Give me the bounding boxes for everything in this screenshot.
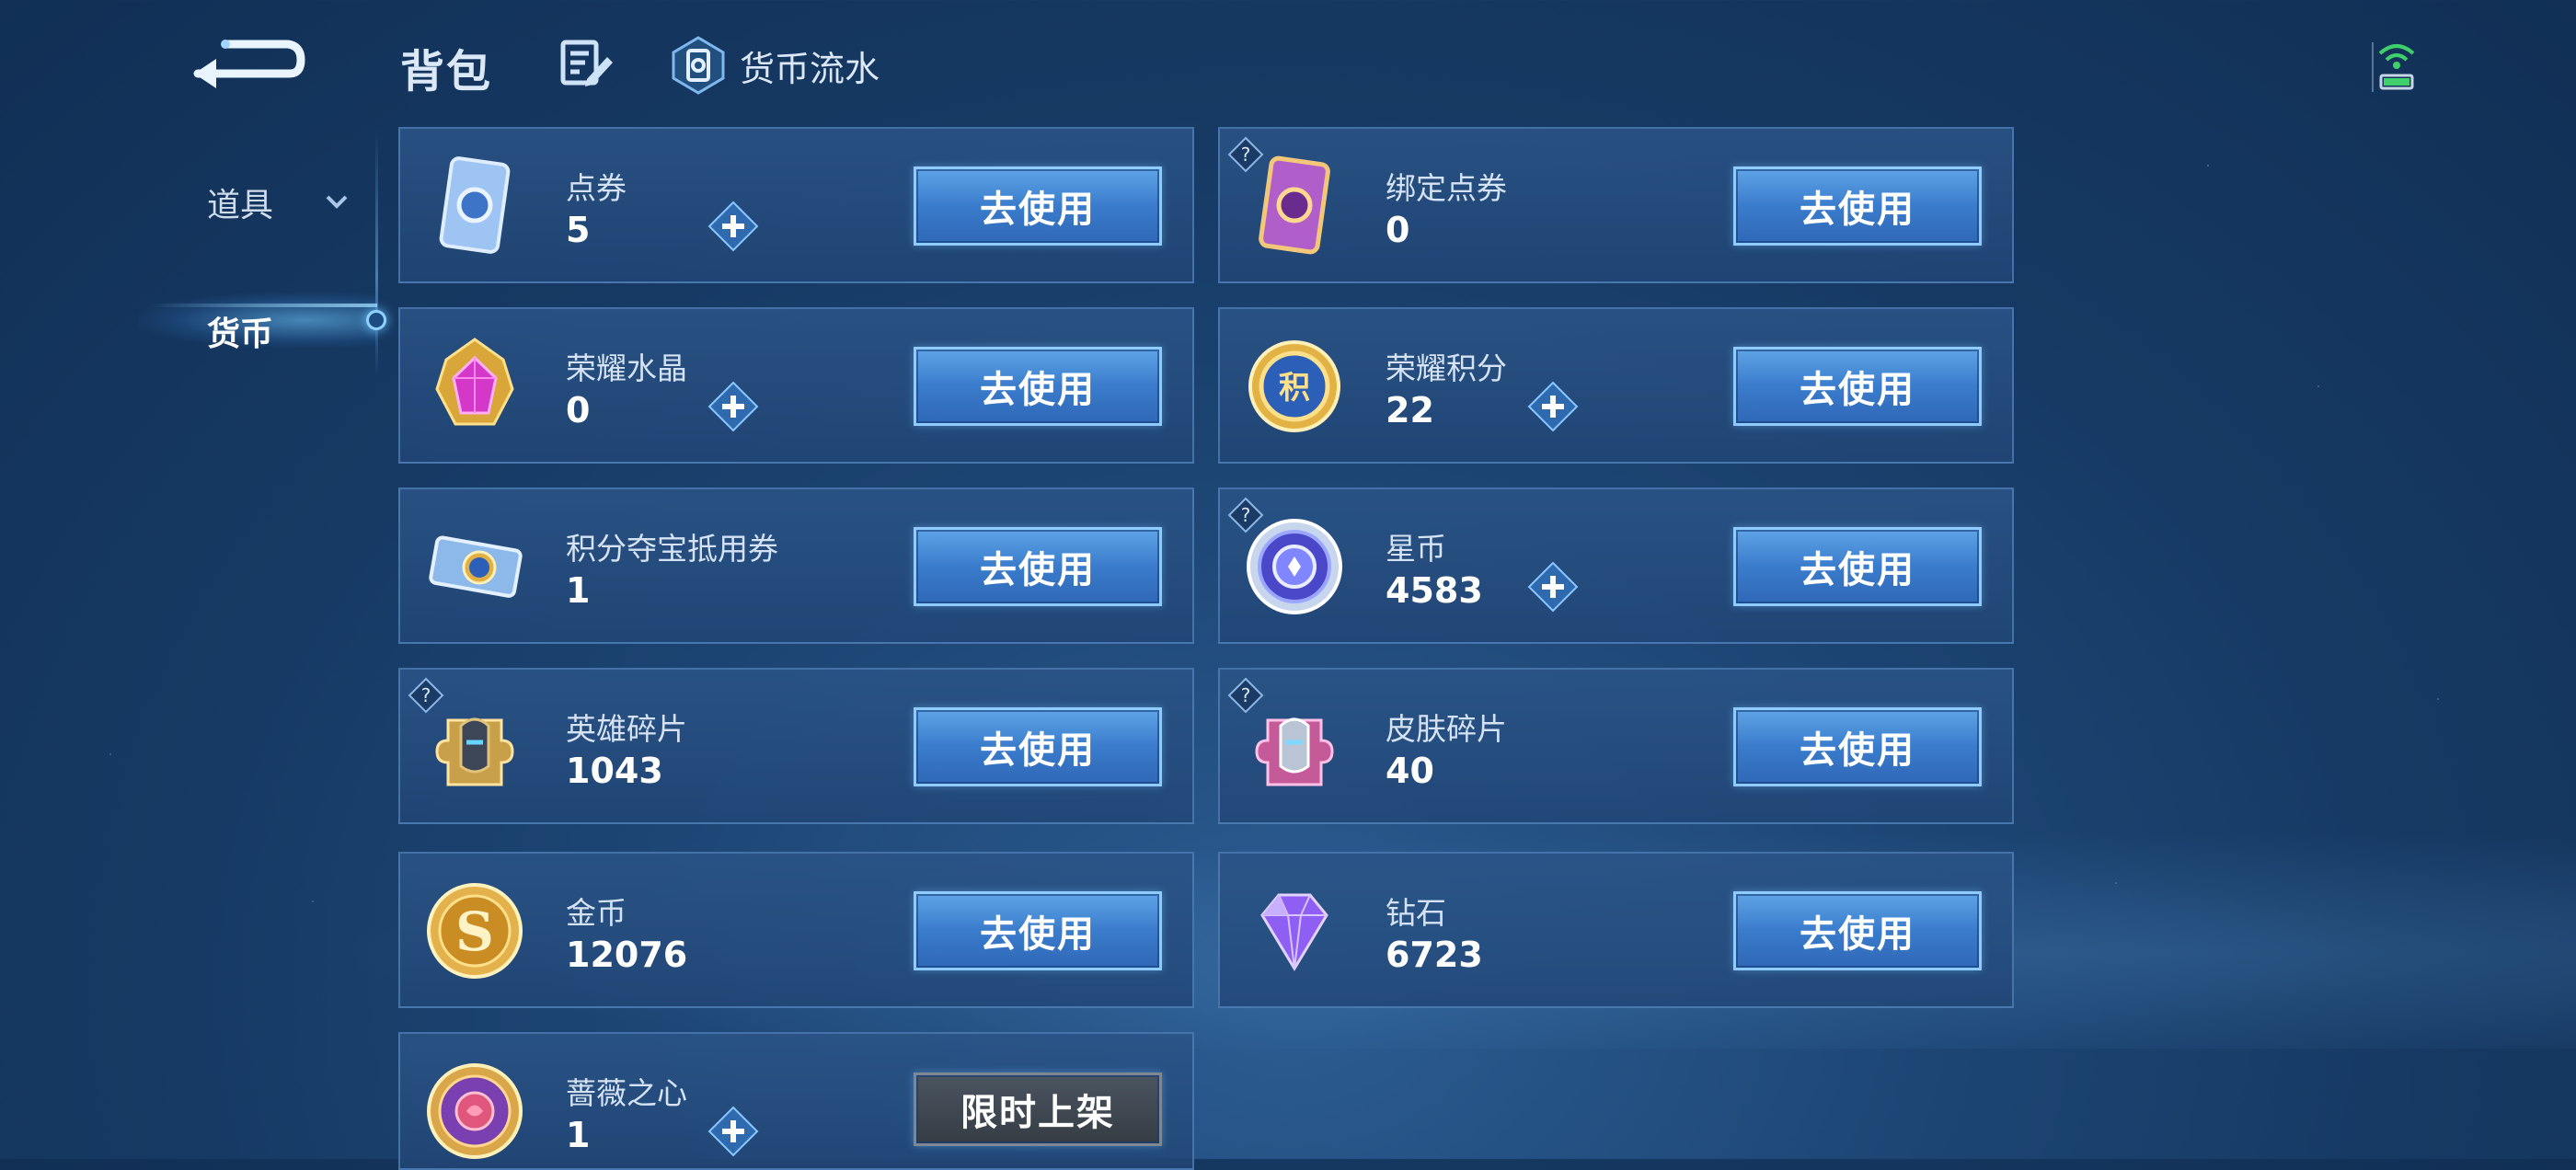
- svg-text:积: 积: [1279, 370, 1310, 407]
- currency-card-lottery-ticket: 积分夺宝抵用券 1 去使用: [398, 488, 1194, 644]
- use-button[interactable]: 去使用: [1733, 166, 1982, 246]
- currency-name: 积分夺宝抵用券: [566, 531, 778, 567]
- currency-amount: 0: [1386, 210, 1410, 250]
- currency-amount: 1: [566, 570, 591, 611]
- add-plus-icon[interactable]: [706, 1104, 761, 1159]
- currency-name: 金币: [566, 895, 627, 931]
- currency-card-diamond: 钻石 6723 去使用: [1218, 852, 2014, 1008]
- sidebar-item-label: 货币: [207, 315, 274, 353]
- currency-name: 英雄碎片: [566, 711, 687, 747]
- use-button[interactable]: 去使用: [1733, 891, 1982, 970]
- currency-card-gold-coin: S 金币 12076 去使用: [398, 852, 1194, 1008]
- currency-amount: 6723: [1386, 935, 1483, 975]
- glory-points-coin-icon: 积: [1248, 340, 1340, 432]
- glory-crystal-icon: [435, 338, 514, 426]
- currency-card-rose-heart: 蔷薇之心 1 限时上架: [398, 1032, 1194, 1170]
- limited-time-button[interactable]: 限时上架: [914, 1072, 1162, 1146]
- hero-fragment-icon: [435, 717, 514, 786]
- currency-name: 点券: [566, 170, 627, 206]
- currency-amount: 12076: [566, 935, 688, 975]
- currency-name: 荣耀积分: [1386, 350, 1507, 386]
- currency-card-star-coin: ? 星币 4583 去使用: [1218, 488, 2014, 644]
- back-arrow-icon: [193, 40, 305, 88]
- use-button[interactable]: 去使用: [1733, 347, 1982, 426]
- currency-card-glory-points: 积 荣耀积分 22 去使用: [1218, 307, 2014, 464]
- edit-icon[interactable]: [559, 37, 615, 90]
- currency-amount: 4583: [1386, 570, 1483, 611]
- currency-card-glory-crystal: 荣耀水晶 0 去使用: [398, 307, 1194, 464]
- chevron-down-icon: [326, 195, 348, 209]
- currency-name: 荣耀水晶: [566, 350, 687, 386]
- sidebar-item-label: 道具: [207, 187, 274, 224]
- bound-voucher-card-icon: [1259, 155, 1330, 255]
- use-button[interactable]: 去使用: [914, 166, 1162, 246]
- sidebar-item-items[interactable]: 道具: [0, 147, 386, 258]
- currency-amount: 0: [566, 390, 591, 430]
- use-button[interactable]: 去使用: [1733, 527, 1982, 606]
- use-button[interactable]: 去使用: [914, 347, 1162, 426]
- lottery-ticket-icon: [429, 535, 523, 598]
- currency-name: 皮肤碎片: [1386, 711, 1507, 747]
- use-button[interactable]: 去使用: [914, 707, 1162, 786]
- currency-name: 星币: [1386, 531, 1446, 567]
- currency-card-hero-fragment: ? 英雄碎片 1043 去使用: [398, 668, 1194, 824]
- currency-card-bound-voucher: ? 绑定点券 0 去使用: [1218, 127, 2014, 283]
- rose-heart-icon: [427, 1063, 523, 1159]
- voucher-card-icon: [439, 156, 511, 254]
- currency-amount: 5: [566, 210, 591, 250]
- sidebar-item-currency[interactable]: 货币: [0, 276, 386, 386]
- svg-text:S: S: [455, 900, 494, 963]
- gold-coin-icon: S: [427, 883, 523, 979]
- star-coin-icon: [1247, 519, 1342, 614]
- currency-name: 绑定点券: [1386, 170, 1507, 206]
- add-plus-icon[interactable]: [706, 379, 761, 434]
- add-plus-icon[interactable]: [1525, 379, 1581, 434]
- diamond-icon: [1260, 893, 1328, 971]
- currency-amount: 40: [1386, 751, 1434, 791]
- currency-amount: 22: [1386, 390, 1434, 430]
- currency-flow-icon: [672, 36, 725, 95]
- add-plus-icon[interactable]: [1525, 559, 1581, 614]
- sidebar: 道具 货币: [0, 147, 386, 386]
- use-button[interactable]: 去使用: [1733, 707, 1982, 786]
- network-status-icon: [2369, 35, 2424, 99]
- currency-flow-label: 货币流水: [740, 48, 880, 89]
- use-button[interactable]: 去使用: [914, 891, 1162, 970]
- skin-fragment-icon: [1255, 717, 1334, 786]
- active-indicator-dot: [366, 310, 386, 330]
- currency-amount: 1: [566, 1115, 591, 1155]
- page-title: 背包: [400, 46, 493, 98]
- currency-card-voucher: 点券 5 去使用: [398, 127, 1194, 283]
- back-button[interactable]: [189, 28, 308, 92]
- currency-name: 钻石: [1386, 895, 1446, 931]
- currency-flow-link[interactable]: 货币流水: [672, 33, 880, 98]
- use-button[interactable]: 去使用: [914, 527, 1162, 606]
- add-plus-icon[interactable]: [706, 199, 761, 254]
- currency-amount: 1043: [566, 751, 663, 791]
- currency-card-skin-fragment: ? 皮肤碎片 40 去使用: [1218, 668, 2014, 824]
- currency-name: 蔷薇之心: [566, 1075, 687, 1111]
